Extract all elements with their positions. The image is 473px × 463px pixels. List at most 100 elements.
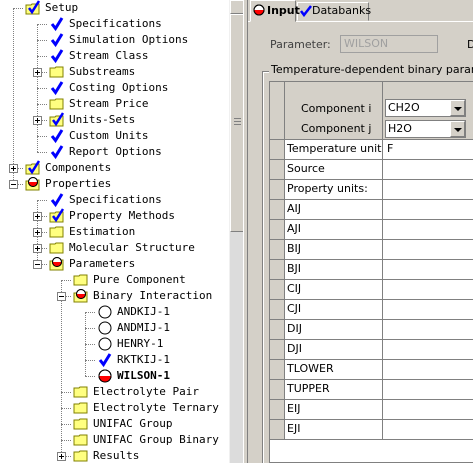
- tree-item-label: ANDMIJ-1: [117, 321, 170, 334]
- grid-row-header[interactable]: [270, 140, 285, 160]
- grid-row-header[interactable]: [270, 260, 285, 280]
- tree-item[interactable]: Units-Sets: [0, 112, 229, 128]
- grid-row-value[interactable]: [383, 240, 473, 260]
- expand-icon[interactable]: [33, 244, 42, 253]
- tree-item[interactable]: Specifications: [0, 192, 229, 208]
- grid-row-value[interactable]: [383, 220, 473, 240]
- scroll-up-arrow[interactable]: [230, 0, 244, 14]
- grid-row-header[interactable]: [270, 220, 285, 240]
- grid-row-label: Property units:: [285, 180, 383, 200]
- collapse-icon[interactable]: [57, 292, 66, 301]
- grid-row-value[interactable]: [383, 360, 473, 380]
- grid-row-header[interactable]: [270, 200, 285, 220]
- expand-icon[interactable]: [57, 452, 66, 461]
- tree-item[interactable]: Property Methods: [0, 208, 229, 224]
- tree-item[interactable]: Report Options: [0, 144, 229, 160]
- tree-item[interactable]: Electrolyte Ternary: [0, 400, 229, 416]
- truncated-label: D: [467, 38, 473, 51]
- tree-item[interactable]: Costing Options: [0, 80, 229, 96]
- expand-icon[interactable]: [33, 68, 42, 77]
- grid-row-label: BJI: [285, 260, 383, 280]
- tree-item[interactable]: Parameters: [0, 256, 229, 272]
- check-icon: [49, 144, 65, 160]
- tree-item[interactable]: Simulation Options: [0, 32, 229, 48]
- tree-item[interactable]: ANDMIJ-1: [0, 320, 229, 336]
- tree-item[interactable]: Components: [0, 160, 229, 176]
- grid-row-value[interactable]: [383, 420, 473, 440]
- grid-row-label: TUPPER: [285, 380, 383, 400]
- expand-icon[interactable]: [33, 228, 42, 237]
- tree-item[interactable]: Molecular Structure: [0, 240, 229, 256]
- grid-row-value[interactable]: [383, 380, 473, 400]
- tree-item[interactable]: HENRY-1: [0, 336, 229, 352]
- grid-row-value[interactable]: [383, 400, 473, 420]
- checked-folder-icon: [49, 208, 65, 224]
- expand-icon[interactable]: [9, 164, 18, 173]
- tree-item[interactable]: ANDKIJ-1: [0, 304, 229, 320]
- grid-row-value[interactable]: [383, 340, 473, 360]
- grid-row-header[interactable]: [270, 380, 285, 400]
- collapse-icon[interactable]: [9, 180, 18, 189]
- folder-icon: [73, 272, 89, 288]
- tree-item[interactable]: Stream Price: [0, 96, 229, 112]
- grid-row-value[interactable]: [383, 320, 473, 340]
- tree-item[interactable]: RKTKIJ-1: [0, 352, 229, 368]
- grid-row-label: TLOWER: [285, 360, 383, 380]
- tree-item-label: Units-Sets: [69, 113, 136, 126]
- folder-icon: [73, 448, 89, 463]
- tree-item-label: WILSON-1: [117, 369, 170, 382]
- tree-item[interactable]: Estimation: [0, 224, 229, 240]
- expand-icon[interactable]: [33, 212, 42, 221]
- scroll-thumb[interactable]: [230, 14, 244, 232]
- grid-row-header[interactable]: [270, 300, 285, 320]
- tree-item[interactable]: Properties: [0, 176, 229, 192]
- tree-item[interactable]: Substreams: [0, 64, 229, 80]
- grid-row-label: AJI: [285, 220, 383, 240]
- grid-row-header[interactable]: [270, 240, 285, 260]
- grid-row-value[interactable]: [383, 260, 473, 280]
- expand-icon[interactable]: [33, 116, 42, 125]
- grid-row-header[interactable]: [270, 420, 285, 440]
- chevron-down-icon[interactable]: [450, 121, 465, 137]
- checked-folder-icon: [25, 160, 41, 176]
- grid-row-header[interactable]: [270, 400, 285, 420]
- chevron-down-icon[interactable]: [450, 100, 465, 116]
- collapse-icon[interactable]: [33, 260, 42, 269]
- grid-row-header[interactable]: [270, 360, 285, 380]
- half-red-circle-icon: [253, 4, 265, 16]
- grid-row-value[interactable]: [383, 280, 473, 300]
- grid-row-header[interactable]: [270, 280, 285, 300]
- grid-row-header[interactable]: [270, 160, 285, 180]
- check-icon: [49, 128, 65, 144]
- tree-item[interactable]: WILSON-1: [0, 368, 229, 384]
- grid-row-value[interactable]: [383, 300, 473, 320]
- grid-row-value[interactable]: [383, 160, 473, 180]
- tree-item[interactable]: Electrolyte Pair: [0, 384, 229, 400]
- grid-row-header[interactable]: [270, 340, 285, 360]
- component-j-select[interactable]: H2O: [385, 120, 466, 138]
- folder-icon: [49, 240, 65, 256]
- component-i-select[interactable]: CH2O: [385, 99, 466, 117]
- tree-item[interactable]: Binary Interaction: [0, 288, 229, 304]
- check-icon: [97, 352, 113, 368]
- tab-input-label: Input: [267, 4, 300, 17]
- tree-item[interactable]: Results: [0, 448, 229, 463]
- tree-item[interactable]: UNIFAC Group Binary: [0, 432, 229, 448]
- tree-scrollbar[interactable]: [229, 0, 244, 463]
- tab-input[interactable]: Input: [250, 0, 300, 22]
- tree-item[interactable]: Setup: [0, 0, 229, 16]
- tree-item[interactable]: Pure Component: [0, 272, 229, 288]
- tree-item[interactable]: Specifications: [0, 16, 229, 32]
- tree-item-label: UNIFAC Group: [93, 417, 173, 430]
- tab-databanks[interactable]: Databanks: [297, 2, 371, 21]
- grid-row-value[interactable]: [383, 180, 473, 200]
- tree-item[interactable]: Stream Class: [0, 48, 229, 64]
- tree-item[interactable]: UNIFAC Group: [0, 416, 229, 432]
- grid-row-value[interactable]: F: [383, 140, 473, 160]
- tree-item[interactable]: Custom Units: [0, 128, 229, 144]
- tree-item-label: Results: [93, 449, 140, 462]
- grid-row-header[interactable]: [270, 180, 285, 200]
- grid-row-value[interactable]: [383, 200, 473, 220]
- tree-item-label: Pure Component: [93, 273, 186, 286]
- grid-row-header[interactable]: [270, 320, 285, 340]
